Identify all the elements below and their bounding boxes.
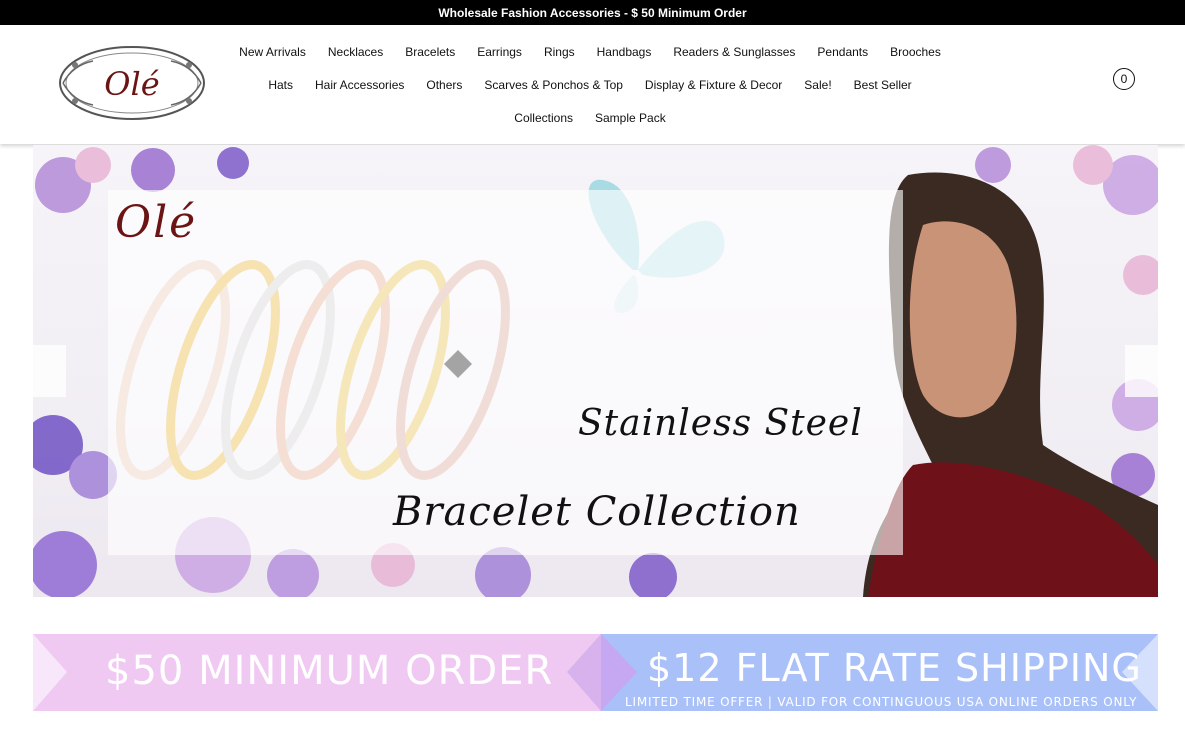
nav-row-1: New Arrivals Necklaces Bracelets Earring… xyxy=(230,35,950,68)
slider-prev-arrow[interactable] xyxy=(33,345,66,397)
nav-brooches[interactable]: Brooches xyxy=(879,45,952,59)
nav-new-arrivals[interactable]: New Arrivals xyxy=(228,45,317,59)
nav-collections[interactable]: Collections xyxy=(503,111,584,125)
announcement-bar: Wholesale Fashion Accessories - $ 50 Min… xyxy=(0,0,1185,25)
announcement-text: Wholesale Fashion Accessories - $ 50 Min… xyxy=(438,5,747,20)
nav-row-2: Hats Hair Accessories Others Scarves & P… xyxy=(230,68,950,101)
promo-minimum-order-text: $50 MINIMUM ORDER xyxy=(105,648,554,694)
site-logo[interactable]: Olé xyxy=(55,43,209,123)
slider-next-arrow[interactable] xyxy=(1125,345,1158,397)
hero-title-line-1: Stainless Steel xyxy=(578,403,863,444)
hero-logo: Olé xyxy=(115,197,198,248)
nav-earrings[interactable]: Earrings xyxy=(466,45,533,59)
nav-display-fixture-decor[interactable]: Display & Fixture & Decor xyxy=(634,78,793,92)
main-nav: New Arrivals Necklaces Bracelets Earring… xyxy=(230,35,950,134)
promo-flat-rate-shipping[interactable]: $12 FLAT RATE SHIPPING LIMITED TIME OFFE… xyxy=(601,634,1158,711)
nav-scarves-ponchos-top[interactable]: Scarves & Ponchos & Top xyxy=(473,78,634,92)
promo-minimum-order[interactable]: $50 MINIMUM ORDER xyxy=(33,634,601,711)
cart-button[interactable]: 0 xyxy=(1113,68,1135,90)
nav-hair-accessories[interactable]: Hair Accessories xyxy=(304,78,415,92)
nav-necklaces[interactable]: Necklaces xyxy=(317,45,394,59)
nav-others[interactable]: Others xyxy=(415,78,473,92)
nav-bracelets[interactable]: Bracelets xyxy=(394,45,466,59)
logo-frame-icon: Olé xyxy=(59,46,205,120)
nav-row-3: Collections Sample Pack xyxy=(230,101,950,134)
nav-sample-pack[interactable]: Sample Pack xyxy=(584,111,677,125)
nav-readers-sunglasses[interactable]: Readers & Sunglasses xyxy=(662,45,806,59)
nav-sale[interactable]: Sale! xyxy=(793,78,842,92)
hero-banner[interactable]: Olé Stainless Steel Bracelet Collection xyxy=(33,145,1158,597)
nav-handbags[interactable]: Handbags xyxy=(586,45,663,59)
promo-shipping-subtitle: LIMITED TIME OFFER | VALID FOR CONTINGUO… xyxy=(625,695,1138,709)
hero-title-line-2: Bracelet Collection xyxy=(393,489,801,535)
nav-pendants[interactable]: Pendants xyxy=(806,45,879,59)
site-header: Olé New Arrivals Necklaces Bracelets Ear… xyxy=(0,25,1185,144)
nav-best-seller[interactable]: Best Seller xyxy=(843,78,923,92)
cart-count: 0 xyxy=(1120,72,1128,86)
logo-text: Olé xyxy=(104,65,159,103)
nav-rings[interactable]: Rings xyxy=(533,45,586,59)
promo-shipping-title: $12 FLAT RATE SHIPPING xyxy=(647,646,1142,690)
nav-hats[interactable]: Hats xyxy=(257,78,304,92)
